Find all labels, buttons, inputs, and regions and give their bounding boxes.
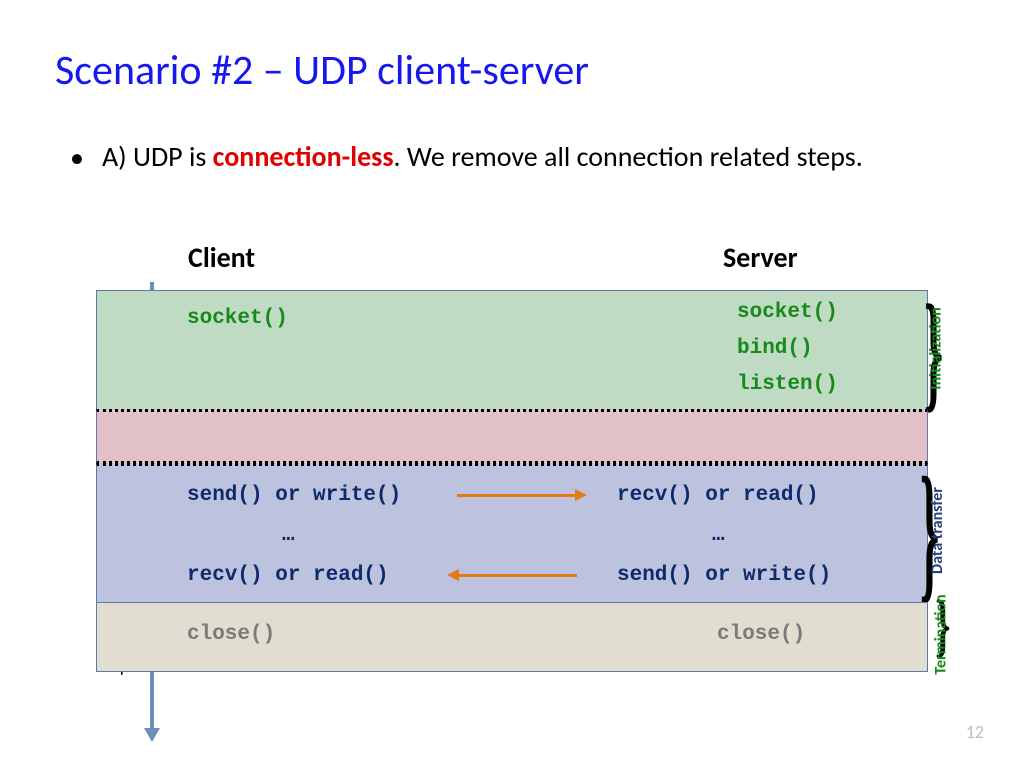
init-client-socket: socket(): [187, 307, 288, 330]
page-number: 12: [966, 721, 984, 743]
arrow-right-icon: [457, 494, 577, 497]
phase-termination: close() close() } Termination: [96, 602, 928, 672]
arrow-left-icon: [457, 574, 577, 577]
term-client-close: close(): [187, 623, 275, 646]
data-server-ellipsis: …: [712, 524, 725, 547]
data-server-recv: recv() or read(): [617, 484, 819, 507]
bullet-point: • A) UDP is connection-less. We remove a…: [70, 140, 950, 175]
phase-connection-removed: [96, 409, 928, 464]
bullet-marker: •: [70, 140, 84, 175]
phase-initialization: socket() socket() bind() listen() } Init…: [96, 290, 928, 410]
phase-data-transfer: send() or write() recv() or read() … … r…: [96, 463, 928, 603]
data-client-ellipsis: …: [282, 524, 295, 547]
data-client-send: send() or write(): [187, 484, 401, 507]
header-client: Client: [188, 240, 255, 275]
term-server-close: close(): [717, 623, 805, 646]
label-termination: Termination: [931, 594, 950, 674]
header-server: Server: [723, 240, 798, 275]
bullet-text: A) UDP is connection-less. We remove all…: [102, 140, 863, 175]
init-server-listen: listen(): [737, 373, 838, 396]
data-server-send: send() or write(): [617, 564, 831, 587]
bullet-suffix: . We remove all connection related steps…: [394, 139, 863, 174]
data-client-recv: recv() or read(): [187, 564, 389, 587]
label-data-transfer: Data transfer: [928, 487, 947, 574]
init-server-socket: socket(): [737, 301, 838, 324]
bullet-prefix: A) UDP is: [102, 139, 213, 174]
label-initialization: Initialization: [926, 307, 945, 389]
bullet-emphasis: connection-less: [213, 139, 394, 174]
phase-container: socket() socket() bind() listen() } Init…: [96, 290, 928, 672]
init-server-bind: bind(): [737, 337, 813, 360]
slide-title: Scenario #2 – UDP client-server: [55, 45, 589, 96]
